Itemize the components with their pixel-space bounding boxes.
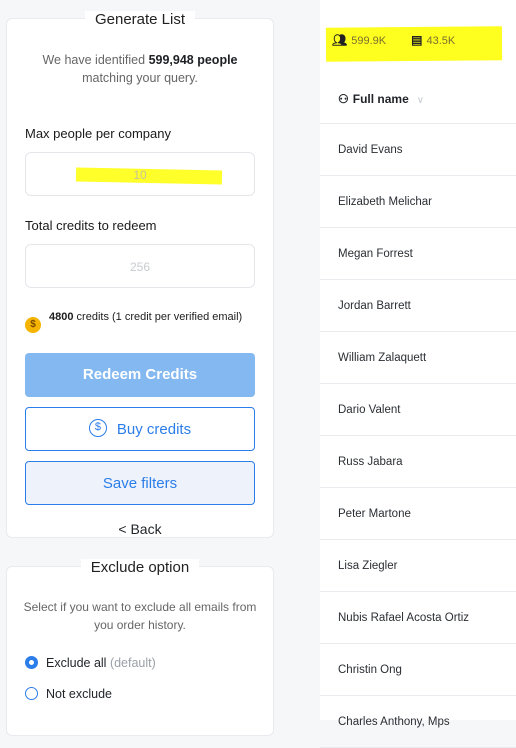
generate-list-panel: Generate List We have identified 599,948… — [6, 11, 274, 538]
buy-credits-button[interactable]: $ Buy credits — [25, 407, 255, 451]
exclude-description: Select if you want to exclude all emails… — [23, 600, 257, 632]
identified-summary: We have identified 599,948 people matchi… — [42, 53, 238, 85]
table-row[interactable]: Christin Ong — [320, 644, 516, 696]
radio-unselected-icon — [25, 687, 38, 701]
table-row[interactable]: Charles Anthony, Mps — [320, 696, 516, 748]
coin-icon: $ — [25, 317, 41, 333]
row-full-name: Charles Anthony, Mps — [338, 716, 450, 728]
table-row[interactable]: Lisa Ziegler — [320, 540, 516, 592]
exclude-option-title: Exclude option — [7, 559, 273, 576]
row-full-name: Peter Martone — [338, 508, 411, 520]
row-full-name: Nubis Rafael Acosta Ortiz — [338, 612, 470, 624]
radio-not-exclude[interactable]: Not exclude — [25, 687, 112, 701]
result-stats: 👥︎ 599.9K ▤ 43.5K — [332, 33, 455, 47]
row-full-name: Megan Forrest — [338, 248, 413, 260]
max-people-input[interactable]: 10 — [25, 152, 255, 196]
row-full-name: Christin Ong — [338, 664, 402, 676]
row-full-name: Elizabeth Melichar — [338, 196, 432, 208]
row-full-name: Lisa Ziegler — [338, 560, 398, 572]
column-header-full-name[interactable]: ⚇ Full name ∨ — [320, 80, 516, 124]
table-row[interactable]: Dario Valent — [320, 384, 516, 436]
max-people-label: Max people per company — [25, 126, 171, 141]
people-count: 599.9K — [351, 35, 387, 47]
table-row[interactable]: Megan Forrest — [320, 228, 516, 280]
table-row[interactable]: William Zalaquett — [320, 332, 516, 384]
person-icon: ⚇ — [338, 92, 349, 106]
redeem-credits-button[interactable]: Redeem Credits — [25, 353, 255, 397]
back-link[interactable]: < Back — [7, 521, 273, 537]
chevron-down-icon[interactable]: ∨ — [417, 95, 424, 106]
table-row[interactable]: David Evans — [320, 124, 516, 176]
credits-info: $ 4800 credits (1 credit per verified em… — [25, 309, 265, 333]
table-row[interactable]: Jordan Barrett — [320, 280, 516, 332]
save-filters-button[interactable]: Save filters — [25, 461, 255, 505]
row-full-name: David Evans — [338, 144, 403, 156]
row-full-name: Russ Jabara — [338, 456, 403, 468]
yellow-highlight-mark — [75, 167, 223, 185]
identified-count: 599,948 people — [148, 53, 238, 67]
radio-selected-icon — [25, 656, 38, 670]
people-icon: 👥︎ — [332, 33, 348, 47]
table-row[interactable]: Russ Jabara — [320, 436, 516, 488]
row-full-name: Jordan Barrett — [338, 300, 411, 312]
exclude-option-panel: Exclude option Select if you want to exc… — [6, 559, 274, 736]
row-full-name: Dario Valent — [338, 404, 401, 416]
row-full-name: William Zalaquett — [338, 352, 427, 364]
company-count: 43.5K — [426, 35, 456, 47]
company-icon: ▤ — [411, 33, 423, 47]
dollar-circle-icon: $ — [88, 419, 107, 438]
results-table: David Evans Elizabeth Melichar Megan Forre… — [320, 124, 516, 748]
radio-exclude-all[interactable]: Exclude all (default) — [25, 656, 156, 670]
generate-list-title: Generate List — [7, 11, 273, 28]
total-credits-input[interactable]: 256 — [25, 244, 255, 288]
credits-amount: 4800 — [49, 311, 74, 323]
table-row[interactable]: Elizabeth Melichar — [320, 176, 516, 228]
table-row[interactable]: Peter Martone — [320, 488, 516, 540]
table-row[interactable]: Nubis Rafael Acosta Ortiz — [320, 592, 516, 644]
total-credits-label: Total credits to redeem — [25, 218, 157, 233]
